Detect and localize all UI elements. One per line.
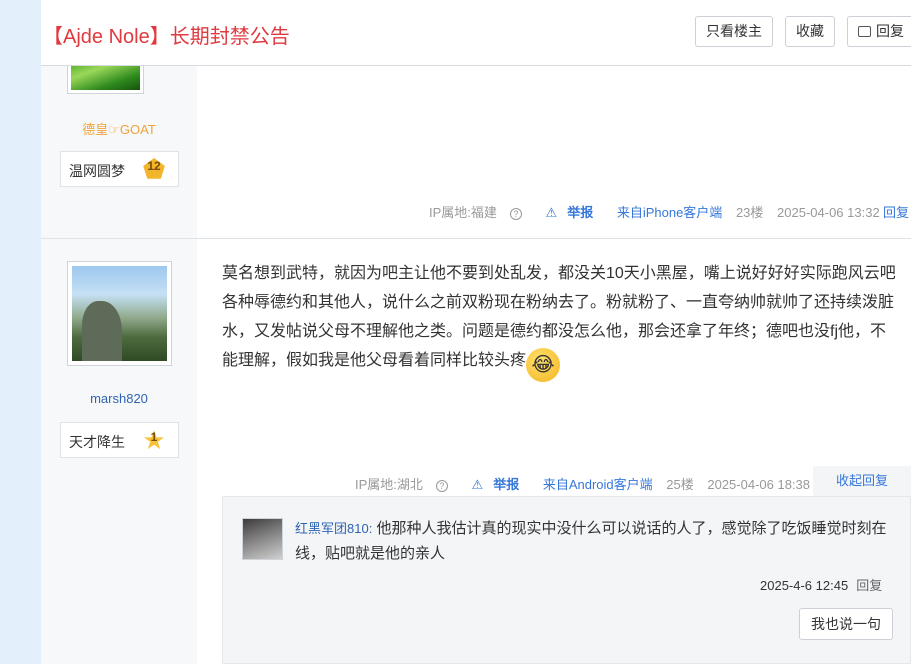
replier-avatar[interactable]: [242, 518, 283, 560]
sub-reply-box: 红黑军团810: 他那种人我估计真的现实中没什么可以说话的人了，感觉除了吃饭睡觉…: [222, 496, 911, 664]
comment-icon: [858, 26, 871, 37]
left-gutter: [0, 0, 41, 664]
sub-reply-time: 2025-4-6 12:45: [760, 578, 849, 593]
floor-number: 25楼: [666, 477, 694, 492]
help-icon[interactable]: ?: [509, 208, 522, 220]
reply-button-label: 回复: [876, 23, 904, 39]
reply-button[interactable]: 回复: [847, 16, 911, 47]
sub-reply-meta: 2025-4-6 12:45 回复: [760, 575, 882, 594]
collapse-replies-button[interactable]: 收起回复: [813, 466, 911, 496]
report-link[interactable]: ⚠ 举报: [546, 205, 604, 220]
client-source[interactable]: 来自iPhone客户端: [617, 205, 722, 220]
username[interactable]: 德皇☞GOAT: [41, 119, 197, 138]
post-reply-link[interactable]: 回复: [883, 202, 909, 221]
avatar[interactable]: [67, 261, 172, 366]
laugh-cry-emoji-icon: 😂: [526, 348, 561, 382]
sub-reply-link[interactable]: 回复: [856, 578, 882, 593]
help-icon[interactable]: ?: [435, 480, 448, 492]
post-divider: [41, 238, 911, 239]
ip-location: IP属地:福建?: [429, 205, 532, 220]
client-source[interactable]: 来自Android客户端: [543, 477, 653, 492]
badge-title: 天才降生: [69, 434, 125, 450]
post-content: 莫名想到武特，就因为吧主让他不要到处乱发，都没关10天小黑屋，嘴上说好好好实际跑…: [222, 259, 897, 382]
avatar-image: [72, 266, 167, 361]
post-meta: IP属地:福建? ⚠ 举报 来自iPhone客户端 23楼 2025-04-06 …: [429, 202, 890, 221]
username[interactable]: marsh820: [41, 391, 197, 406]
post-time: 2025-04-06 18:38: [707, 477, 811, 492]
member-badge[interactable]: 天才降生 ★ 1: [60, 422, 179, 458]
post-time: 2025-04-06 13:32: [777, 205, 880, 220]
member-badge[interactable]: 温网圆梦 ⬟ 12: [60, 151, 179, 187]
report-link[interactable]: ⚠ 举报: [472, 477, 530, 492]
replier-name[interactable]: 红黑军团810:: [295, 521, 372, 536]
sub-reply-text: 他那种人我估计真的现实中没什么可以说话的人了，感觉除了吃饭睡觉时刻在线，贴吧就是…: [295, 520, 887, 562]
thread-page: 【Ajde Nole】长期封禁公告 只看楼主 收藏 回复 德皇☞GOAT 温网圆…: [0, 0, 911, 664]
floor-number: 23楼: [735, 205, 764, 220]
badge-level: 12: [147, 159, 161, 173]
thread-title[interactable]: 【Ajde Nole】长期封禁公告: [43, 20, 290, 49]
add-comment-button[interactable]: 我也说一句: [799, 608, 893, 640]
warning-icon: ⚠: [545, 205, 558, 220]
thread-header: 【Ajde Nole】长期封禁公告 只看楼主 收藏 回复: [41, 0, 911, 66]
sub-reply-content: 红黑军团810: 他那种人我估计真的现实中没什么可以说话的人了，感觉除了吃饭睡觉…: [295, 516, 895, 566]
only-op-button[interactable]: 只看楼主: [695, 16, 773, 47]
badge-title: 温网圆梦: [69, 163, 125, 179]
warning-icon: ⚠: [471, 477, 484, 492]
favorite-button[interactable]: 收藏: [785, 16, 835, 47]
post-meta: IP属地:湖北? ⚠ 举报 来自Android客户端 25楼 2025-04-06…: [355, 474, 820, 493]
ip-location: IP属地:湖北?: [355, 477, 458, 492]
badge-level: 1: [150, 430, 158, 444]
